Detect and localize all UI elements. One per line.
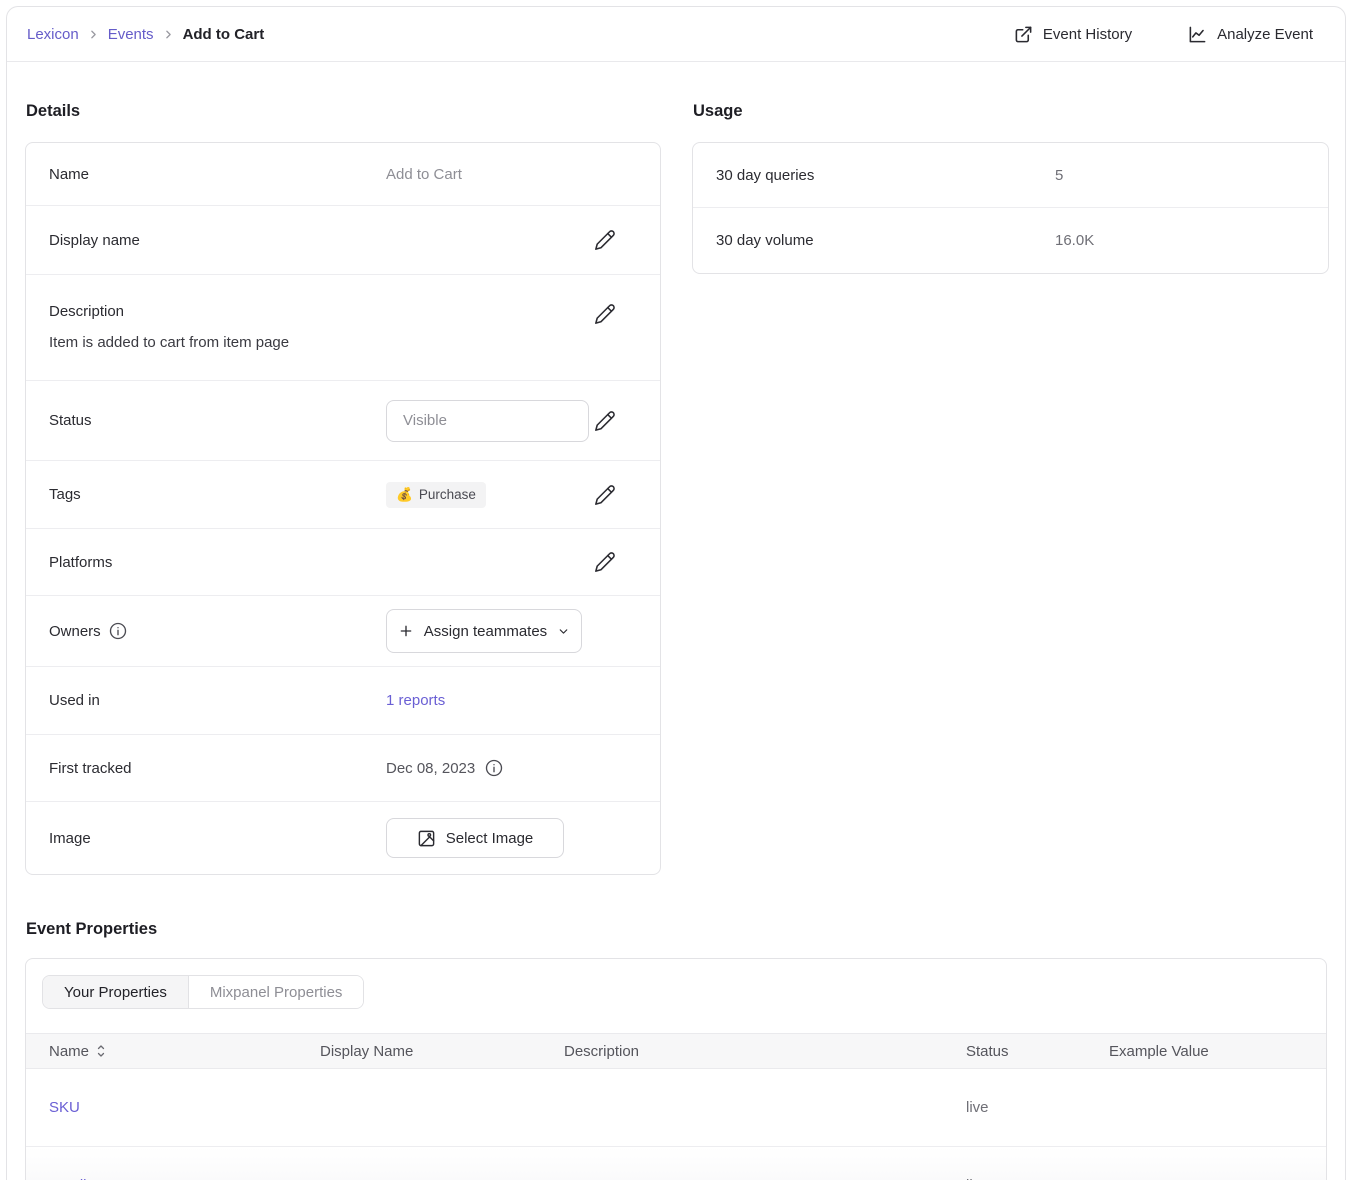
info-icon[interactable] (485, 759, 503, 777)
properties-tabs: Your Properties Mixpanel Properties (42, 975, 364, 1009)
property-name-link[interactable]: SKU (49, 1099, 80, 1116)
pencil-icon (594, 410, 616, 432)
external-link-icon (1014, 25, 1033, 44)
edit-tags-button[interactable] (594, 484, 616, 506)
property-status: live (966, 1099, 1109, 1116)
detail-row-used-in: Used in 1 reports (26, 667, 660, 735)
event-properties-title: Event Properties (25, 920, 1327, 939)
description-value: Item is added to cart from item page (49, 334, 616, 351)
first-tracked-label: First tracked (49, 760, 386, 777)
select-image-button[interactable]: Select Image (386, 818, 564, 858)
sort-icon (95, 1044, 107, 1058)
usage-volume-label: 30 day volume (716, 232, 1055, 249)
column-header-example-value: Example Value (1109, 1043, 1326, 1060)
usage-row-queries: 30 day queries 5 (693, 143, 1328, 208)
properties-table-header: Name Display Name Description Status Exa… (26, 1033, 1326, 1069)
pencil-icon (594, 229, 616, 251)
line-chart-icon (1188, 25, 1207, 44)
analyze-event-button[interactable]: Analyze Event (1188, 25, 1313, 44)
column-header-name-label: Name (49, 1043, 89, 1060)
edit-platforms-button[interactable] (594, 551, 616, 573)
description-label: Description (49, 303, 386, 320)
breadcrumb-lexicon[interactable]: Lexicon (27, 26, 79, 43)
column-header-status: Status (966, 1043, 1109, 1060)
edit-status-button[interactable] (594, 410, 616, 432)
tab-mixpanel-properties[interactable]: Mixpanel Properties (189, 976, 364, 1008)
usage-row-volume: 30 day volume 16.0K (693, 208, 1328, 273)
detail-row-display-name: Display name (26, 206, 660, 275)
app-panel: Lexicon Events Add to Cart Event History… (6, 6, 1346, 1180)
assign-teammates-label: Assign teammates (424, 623, 547, 640)
used-in-label: Used in (49, 692, 386, 709)
detail-row-image: Image Select Image (26, 802, 660, 874)
usage-queries-value: 5 (1055, 167, 1063, 184)
detail-row-tags: Tags 💰 Purchase (26, 461, 660, 529)
analyze-event-label: Analyze Event (1217, 26, 1313, 43)
used-in-reports-link[interactable]: 1 reports (386, 692, 445, 709)
column-header-description: Description (564, 1043, 966, 1060)
breadcrumb-current: Add to Cart (183, 26, 265, 43)
status-label: Status (49, 412, 386, 429)
tab-your-properties[interactable]: Your Properties (43, 976, 189, 1008)
info-icon[interactable] (109, 622, 127, 640)
detail-row-description: Description Item is added to cart from i… (26, 275, 660, 381)
select-image-label: Select Image (446, 830, 534, 847)
event-properties-card: Your Properties Mixpanel Properties Name… (25, 958, 1327, 1180)
breadcrumb-events[interactable]: Events (108, 26, 154, 43)
property-name-link[interactable]: Scroll % (49, 1177, 104, 1180)
pencil-icon (594, 303, 616, 325)
chevron-down-icon (557, 625, 570, 638)
status-input[interactable]: Visible (386, 400, 589, 442)
column-header-display-name: Display Name (320, 1043, 564, 1060)
breadcrumb: Lexicon Events Add to Cart (27, 26, 264, 43)
detail-row-name: Name Add to Cart (26, 143, 660, 206)
edit-display-name-button[interactable] (594, 229, 616, 251)
usage-queries-label: 30 day queries (716, 167, 1055, 184)
top-bar: Lexicon Events Add to Cart Event History… (7, 7, 1345, 62)
detail-row-first-tracked: First tracked Dec 08, 2023 (26, 735, 660, 802)
property-row-scroll: Scroll % live (26, 1147, 1326, 1180)
owners-label-text: Owners (49, 623, 101, 640)
top-actions: Event History Analyze Event (1014, 25, 1313, 44)
tag-chip-label: Purchase (419, 487, 476, 502)
event-properties-section: Event Properties Your Properties Mixpane… (25, 920, 1327, 1180)
plus-icon (398, 623, 414, 639)
details-title: Details (25, 102, 661, 121)
name-label: Name (49, 166, 386, 183)
event-history-button[interactable]: Event History (1014, 25, 1132, 44)
tags-label: Tags (49, 486, 386, 503)
chevron-right-icon (162, 28, 175, 41)
details-card: Name Add to Cart Display name Descriptio… (25, 142, 661, 875)
money-bag-icon: 💰 (396, 487, 413, 503)
name-value: Add to Cart (386, 166, 462, 183)
image-label: Image (49, 830, 386, 847)
edit-description-button[interactable] (594, 303, 616, 325)
platforms-label: Platforms (49, 554, 386, 571)
column-header-name[interactable]: Name (49, 1043, 320, 1060)
detail-row-platforms: Platforms (26, 529, 660, 596)
usage-card: 30 day queries 5 30 day volume 16.0K (692, 142, 1329, 274)
details-section: Details Name Add to Cart Display name (25, 102, 661, 875)
property-row-sku: SKU live (26, 1069, 1326, 1147)
pencil-icon (594, 484, 616, 506)
event-history-label: Event History (1043, 26, 1132, 43)
usage-title: Usage (692, 102, 1329, 121)
display-name-label: Display name (49, 232, 386, 249)
owners-label: Owners (49, 622, 386, 640)
pencil-icon (594, 551, 616, 573)
first-tracked-value: Dec 08, 2023 (386, 760, 475, 777)
image-icon (417, 829, 436, 848)
chevron-right-icon (87, 28, 100, 41)
assign-teammates-button[interactable]: Assign teammates (386, 609, 582, 653)
detail-row-owners: Owners Assign teammates (26, 596, 660, 667)
tag-chip-purchase[interactable]: 💰 Purchase (386, 482, 486, 508)
usage-volume-value: 16.0K (1055, 232, 1094, 249)
detail-row-status: Status Visible (26, 381, 660, 461)
usage-section: Usage 30 day queries 5 30 day volume 16.… (692, 102, 1329, 875)
